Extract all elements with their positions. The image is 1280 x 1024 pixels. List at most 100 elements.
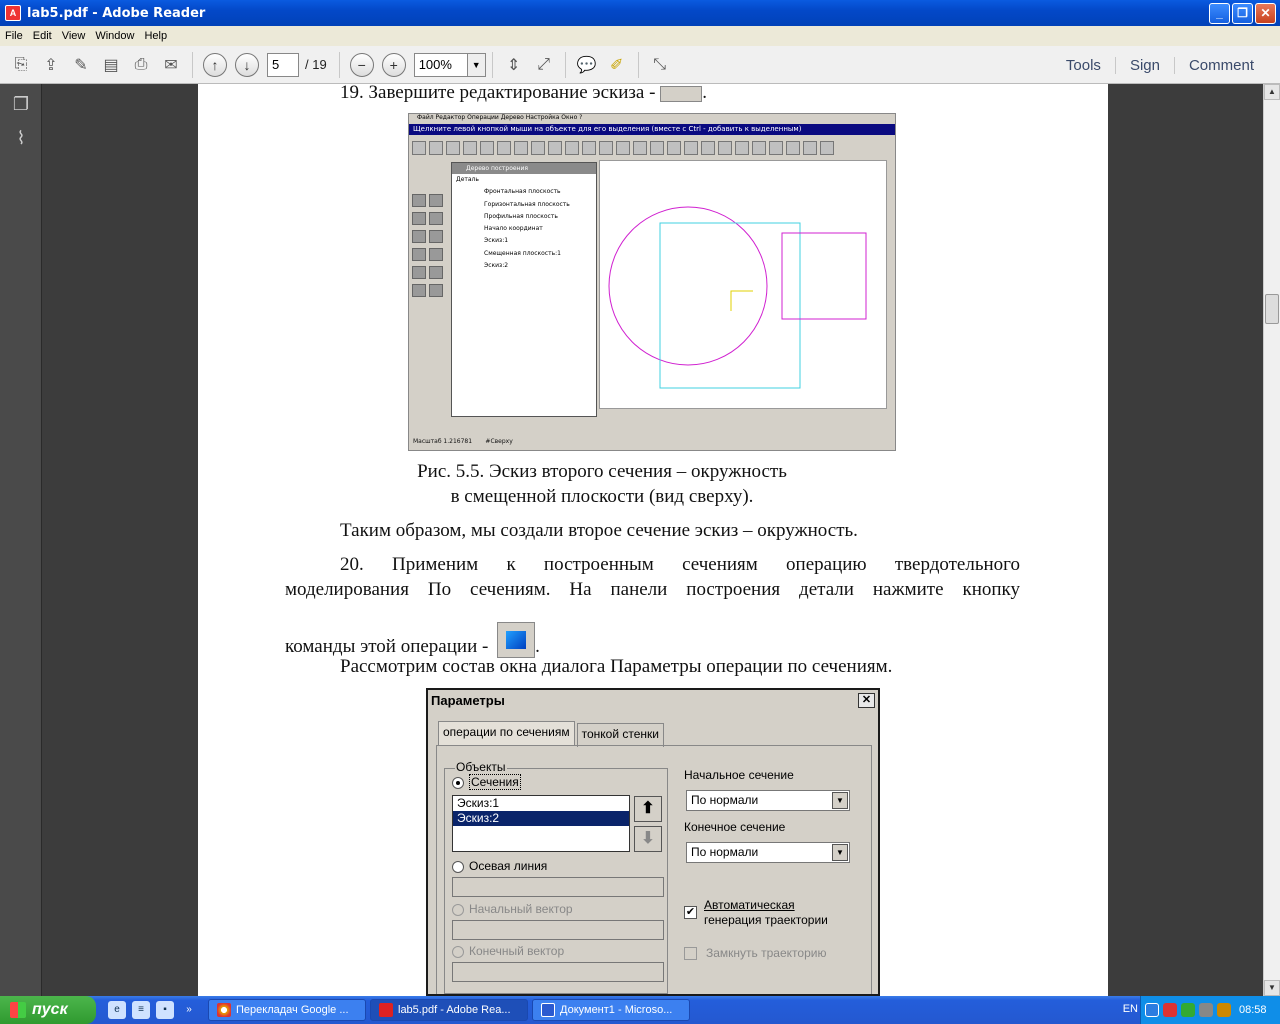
tray-icon[interactable] bbox=[1217, 1003, 1231, 1017]
comment-button[interactable]: Comment bbox=[1173, 56, 1268, 74]
paragraph-dialog-intro: Рассмотрим состав окна диалога Параметры… bbox=[340, 656, 893, 677]
ie-quicklaunch-icon[interactable]: e bbox=[108, 1001, 126, 1019]
cad-tool-icon bbox=[429, 141, 443, 155]
cad-tree-item: Фронтальная плоскость bbox=[484, 188, 561, 196]
cad-menu: Файл Редактор Операции Дерево Настройка … bbox=[417, 114, 583, 121]
cad-status-bar: Масштаб 1.216781 #Сверху bbox=[409, 436, 895, 448]
start-button[interactable]: пуск bbox=[0, 996, 96, 1024]
email-icon[interactable]: ✉ bbox=[158, 52, 184, 78]
quicklaunch-expand-icon[interactable]: » bbox=[180, 1001, 198, 1019]
export-pdf-icon[interactable]: ⇪ bbox=[38, 52, 64, 78]
section-item-selected: Эскиз:2 bbox=[453, 811, 629, 826]
attachments-icon[interactable]: ⌇ bbox=[10, 128, 32, 152]
restore-button[interactable]: ❐ bbox=[1232, 3, 1253, 24]
chrome-icon bbox=[217, 1003, 231, 1017]
cad-tree-item: Эскиз:2 bbox=[484, 262, 509, 270]
page-thumbnails-icon[interactable]: ❐ bbox=[10, 94, 32, 118]
network-icon[interactable] bbox=[1181, 1003, 1195, 1017]
save-icon[interactable]: ▤ bbox=[98, 52, 124, 78]
task-word-document[interactable]: Документ1 - Microso... bbox=[532, 999, 690, 1021]
scroll-down-icon[interactable]: ▼ bbox=[1264, 980, 1280, 996]
zoom-value[interactable]: 100% bbox=[413, 52, 468, 77]
toolbar-separator bbox=[637, 51, 639, 78]
zoom-out-button[interactable]: − bbox=[349, 52, 374, 77]
language-indicator[interactable]: EN bbox=[1123, 1003, 1138, 1015]
tools-button[interactable]: Tools bbox=[1052, 57, 1115, 74]
print-icon[interactable]: ⎙ bbox=[128, 52, 154, 78]
cad-tool-icon bbox=[412, 212, 426, 225]
task-label: lab5.pdf - Adobe Rea... bbox=[398, 1004, 511, 1016]
menu-help[interactable]: Help bbox=[139, 30, 172, 42]
minimize-button[interactable]: _ bbox=[1209, 3, 1230, 24]
auto-trajectory-label: Автоматическая bbox=[704, 898, 795, 912]
tab-thin-wall: тонкой стенки bbox=[576, 723, 664, 747]
dialog-tabs: операции по сечениям тонкой стенки bbox=[438, 721, 666, 747]
fit-page-icon[interactable]: ⇕ bbox=[501, 52, 527, 78]
highlight-icon[interactable]: ✐ bbox=[604, 52, 630, 78]
close-trajectory-checkbox bbox=[684, 947, 697, 960]
figure-caption-line2: в смещенной плоскости (вид сверху). bbox=[450, 486, 754, 507]
chevron-down-icon: ▼ bbox=[832, 844, 848, 861]
scroll-up-icon[interactable]: ▲ bbox=[1264, 84, 1280, 100]
word-icon bbox=[541, 1003, 555, 1017]
vertical-scrollbar[interactable]: ▲ ▼ bbox=[1263, 84, 1280, 996]
cad-toolbar bbox=[409, 137, 895, 159]
title-bar: A lab5.pdf - Adobe Reader _ ❐ ✕ bbox=[0, 0, 1280, 26]
page-number-input[interactable]: 5 bbox=[267, 52, 299, 77]
section-item: Эскиз:1 bbox=[457, 796, 500, 810]
loft-operation-icon bbox=[497, 622, 536, 658]
plane-outline bbox=[659, 222, 801, 389]
cad-view: #Сверху bbox=[485, 438, 513, 445]
cad-tool-icon bbox=[429, 266, 443, 279]
notepad-quicklaunch-icon[interactable]: ≡ bbox=[132, 1001, 150, 1019]
previous-page-button[interactable]: ↑ bbox=[203, 52, 227, 77]
sketch-circle bbox=[608, 206, 768, 366]
zoom-select[interactable]: 100% ▼ bbox=[413, 52, 486, 77]
radio-axis-icon bbox=[452, 860, 464, 873]
parameters-dialog: Параметры ✕ операции по сечениям тонкой … bbox=[426, 688, 880, 996]
step-19-text: 19. Завершите редактирование эскиза - . bbox=[340, 82, 707, 103]
next-page-button[interactable]: ↓ bbox=[235, 52, 259, 77]
cad-tool-icon bbox=[820, 141, 834, 155]
create-pdf-icon[interactable]: ⎘ bbox=[8, 52, 34, 78]
cad-tool-icon bbox=[429, 212, 443, 225]
tray-icon[interactable] bbox=[1145, 1003, 1159, 1017]
start-section-combo: По нормали ▼ bbox=[686, 790, 850, 811]
sign-button[interactable]: Sign bbox=[1114, 56, 1174, 74]
close-button[interactable]: ✕ bbox=[1255, 3, 1276, 24]
cad-hint-bar: Щелкните левой кнопкой мыши на объекте д… bbox=[409, 124, 895, 135]
cad-tool-icon bbox=[531, 141, 545, 155]
close-trajectory-label: Замкнуть траекторию bbox=[706, 946, 827, 960]
task-google-translate[interactable]: Перекладач Google ... bbox=[208, 999, 366, 1021]
fit-width-icon[interactable]: ⤢ bbox=[531, 52, 557, 78]
tab-loft-operation: операции по сечениям bbox=[438, 721, 575, 745]
cad-tool-icon bbox=[412, 194, 426, 207]
pdf-icon bbox=[379, 1003, 393, 1017]
app-quicklaunch-icon[interactable]: ▪ bbox=[156, 1001, 174, 1019]
menu-bar: File Edit View Window Help bbox=[0, 26, 1280, 46]
dialog-close-icon: ✕ bbox=[858, 693, 875, 708]
cad-tool-icon bbox=[701, 141, 715, 155]
menu-file[interactable]: File bbox=[0, 30, 28, 42]
end-vector-field bbox=[452, 962, 664, 982]
chevron-down-icon: ▼ bbox=[832, 792, 848, 809]
cad-tool-icon bbox=[463, 141, 477, 155]
zoom-dropdown-icon[interactable]: ▼ bbox=[467, 52, 486, 77]
objects-group-label: Объекты bbox=[455, 760, 507, 774]
finish-sketch-icon bbox=[660, 85, 703, 102]
axis-line-field bbox=[452, 877, 664, 897]
task-adobe-reader[interactable]: lab5.pdf - Adobe Rea... bbox=[370, 999, 528, 1021]
antivirus-icon[interactable] bbox=[1163, 1003, 1177, 1017]
edit-pdf-icon[interactable]: ✎ bbox=[68, 52, 94, 78]
tray-icon[interactable] bbox=[1199, 1003, 1213, 1017]
sticky-note-icon[interactable]: 💬 bbox=[574, 52, 600, 78]
taskbar: пуск e ≡ ▪ » Перекладач Google ... lab5.… bbox=[0, 996, 1280, 1024]
cad-build-tree: Дерево построения Деталь Фронтальная пло… bbox=[451, 162, 597, 417]
zoom-in-button[interactable]: + bbox=[381, 52, 406, 77]
menu-edit[interactable]: Edit bbox=[28, 30, 57, 42]
cad-tool-icon bbox=[803, 141, 817, 155]
scroll-thumb[interactable] bbox=[1265, 294, 1279, 324]
menu-view[interactable]: View bbox=[57, 30, 91, 42]
menu-window[interactable]: Window bbox=[90, 30, 139, 42]
full-screen-icon[interactable]: ⤡ bbox=[647, 52, 673, 78]
